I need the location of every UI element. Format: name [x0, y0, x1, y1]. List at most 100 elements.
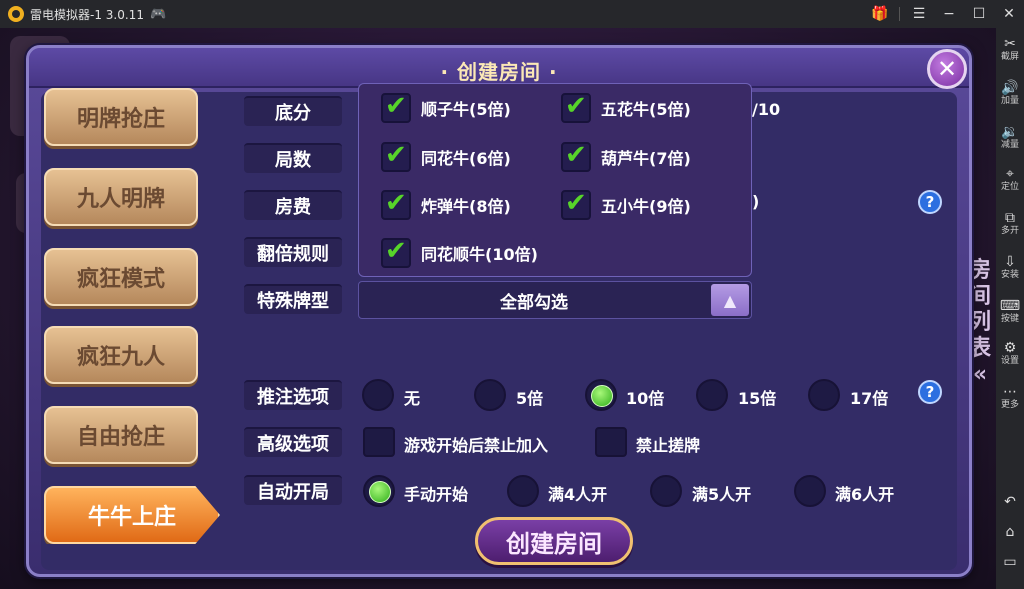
push-15x-radio[interactable] [696, 379, 728, 411]
checkbox[interactable]: ✔ [561, 188, 591, 220]
volume-up-icon: 🔊 [1001, 80, 1019, 96]
special-option-wuhua[interactable]: ✔ 五花牛(5倍) [561, 91, 691, 124]
label-rounds: 局数 [244, 143, 342, 173]
label-push-options: 推注选项 [244, 380, 342, 410]
no-join-after-start-label: 游戏开始后禁止加入 [404, 436, 549, 455]
push-15x-label: 15倍 [738, 389, 777, 408]
checkbox[interactable]: ✔ [381, 140, 411, 172]
more-button[interactable]: ⋯ 更多 [996, 384, 1024, 411]
push-10x-label: 10倍 [626, 389, 665, 408]
tab-nine-mingpai[interactable]: 九人明牌 [44, 168, 198, 226]
check-icon: ✔ [385, 140, 407, 170]
special-option-zhadan[interactable]: ✔ 炸弹牛(8倍) [381, 188, 511, 221]
tab-niuniu-shangzhuang[interactable]: 牛牛上庄 [44, 486, 220, 544]
toolbar-label: 更多 [1000, 400, 1019, 410]
checkbox[interactable]: ✔ [381, 91, 411, 123]
install-apk-button[interactable]: ⇩ 安装 [996, 254, 1024, 281]
label-advanced-options: 高级选项 [244, 427, 342, 457]
label-double-rule: 翻倍规则 [244, 237, 342, 267]
no-join-after-start-checkbox[interactable] [363, 427, 395, 457]
special-option-tonghua[interactable]: ✔ 同花牛(6倍) [381, 140, 511, 173]
tab-crazy-nine[interactable]: 疯狂九人 [44, 326, 198, 384]
option-label: 同花牛(6倍) [421, 149, 511, 168]
checkbox[interactable]: ✔ [561, 140, 591, 172]
dialog-title: · 创建房间 · [440, 60, 558, 84]
checkbox[interactable]: ✔ [561, 91, 591, 123]
close-window-button[interactable]: ✕ [994, 0, 1024, 28]
option-label: 同花顺牛(10倍) [421, 245, 538, 264]
no-card-rub-checkbox[interactable] [595, 427, 627, 457]
close-dialog-button[interactable]: ✕ [927, 49, 967, 89]
help-icon[interactable]: ? [918, 380, 942, 404]
room-fee-value: ) [752, 192, 760, 211]
minimize-button[interactable]: − [934, 0, 964, 28]
multi-window-icon: ⧉ [1005, 210, 1015, 226]
gift-icon[interactable]: 🎁 [865, 0, 895, 28]
back-button[interactable]: ↶ [996, 494, 1024, 510]
auto-start-6-radio[interactable] [794, 475, 826, 507]
checkbox[interactable]: ✔ [381, 236, 411, 268]
location-pin-icon: ⌖ [1006, 166, 1014, 182]
keymap-button[interactable]: ⌨ 按键 [996, 298, 1024, 325]
multi-instance-button[interactable]: ⧉ 多开 [996, 210, 1024, 237]
divider [899, 7, 900, 21]
recent-apps-button[interactable]: ▭ [996, 554, 1024, 570]
auto-start-5-radio[interactable] [650, 475, 682, 507]
home-button[interactable]: ⌂ [996, 524, 1024, 540]
push-5x-label: 5倍 [516, 389, 544, 408]
option-label: 炸弹牛(8倍) [421, 197, 511, 216]
location-button[interactable]: ⌖ 定位 [996, 166, 1024, 193]
push-17x-label: 17倍 [850, 389, 889, 408]
label-auto-start: 自动开局 [244, 475, 342, 505]
checkbox[interactable]: ✔ [381, 188, 411, 220]
no-card-rub-label: 禁止搓牌 [636, 436, 701, 455]
special-option-tonghuashun[interactable]: ✔ 同花顺牛(10倍) [381, 236, 538, 269]
special-hands-dropdown[interactable]: 全部勾选 ▲ [358, 281, 752, 319]
push-5x-radio[interactable] [474, 379, 506, 411]
gamepad-icon[interactable]: 🎮 [150, 7, 166, 22]
volume-up-button[interactable]: 🔊 加量 [996, 80, 1024, 107]
help-icon[interactable]: ? [918, 190, 942, 214]
volume-down-button[interactable]: 🔉 减量 [996, 124, 1024, 151]
push-none-radio[interactable] [362, 379, 394, 411]
settings-button[interactable]: ⚙ 设置 [996, 340, 1024, 367]
option-label: 葫芦牛(7倍) [601, 149, 691, 168]
option-label: 五小牛(9倍) [601, 197, 691, 216]
keyboard-icon: ⌨ [999, 298, 1021, 314]
screenshot-button[interactable]: ✂ 截屏 [996, 36, 1024, 63]
toolbar-label: 安装 [1000, 270, 1019, 280]
app-logo-icon [8, 6, 24, 22]
install-icon: ⇩ [1004, 254, 1016, 270]
emulator-toolbar: ✂ 截屏 🔊 加量 🔉 减量 ⌖ 定位 ⧉ 多开 ⇩ 安装 ⌨ 按键 ⚙ 设置 ⋯ 更多 ↶ ⌂ … [996, 28, 1024, 589]
gear-icon: ⚙ [1003, 340, 1017, 356]
create-room-button[interactable]: 创建房间 [475, 517, 633, 565]
special-option-wuxiao[interactable]: ✔ 五小牛(9倍) [561, 188, 691, 221]
special-option-shunzi[interactable]: ✔ 顺子牛(5倍) [381, 91, 511, 124]
auto-start-6-label: 满6人开 [835, 485, 895, 504]
check-icon: ✔ [565, 188, 587, 218]
chevron-up-icon[interactable]: ▲ [711, 284, 749, 316]
push-none-label: 无 [404, 389, 421, 408]
toolbar-label: 设置 [1000, 356, 1019, 366]
dropdown-value: 全部勾选 [500, 292, 568, 313]
window-titlebar: 雷电模拟器-1 3.0.11 🎮 🎁 ☰ − ☐ ✕ [0, 0, 1024, 28]
push-10x-radio[interactable] [585, 379, 617, 411]
special-option-hulu[interactable]: ✔ 葫芦牛(7倍) [561, 140, 691, 173]
auto-start-4-radio[interactable] [507, 475, 539, 507]
option-label: 顺子牛(5倍) [421, 100, 511, 119]
manual-start-label: 手动开始 [404, 485, 469, 504]
window-title: 雷电模拟器-1 3.0.11 [30, 7, 144, 22]
toolbar-label: 截屏 [1000, 52, 1019, 62]
tab-free-qiangzhuang[interactable]: 自由抢庄 [44, 406, 198, 464]
push-17x-radio[interactable] [808, 379, 840, 411]
tab-mingpai-qiangzhuang[interactable]: 明牌抢庄 [44, 88, 198, 146]
menu-icon[interactable]: ☰ [904, 0, 934, 28]
tab-crazy-mode[interactable]: 疯狂模式 [44, 248, 198, 306]
scissors-icon: ✂ [1004, 36, 1016, 52]
auto-start-4-label: 满4人开 [548, 485, 608, 504]
label-base-score: 底分 [244, 96, 342, 126]
manual-start-radio[interactable] [363, 475, 395, 507]
toolbar-label: 加量 [1000, 96, 1019, 106]
maximize-button[interactable]: ☐ [964, 0, 994, 28]
recent-apps-icon: ▭ [1003, 554, 1017, 570]
